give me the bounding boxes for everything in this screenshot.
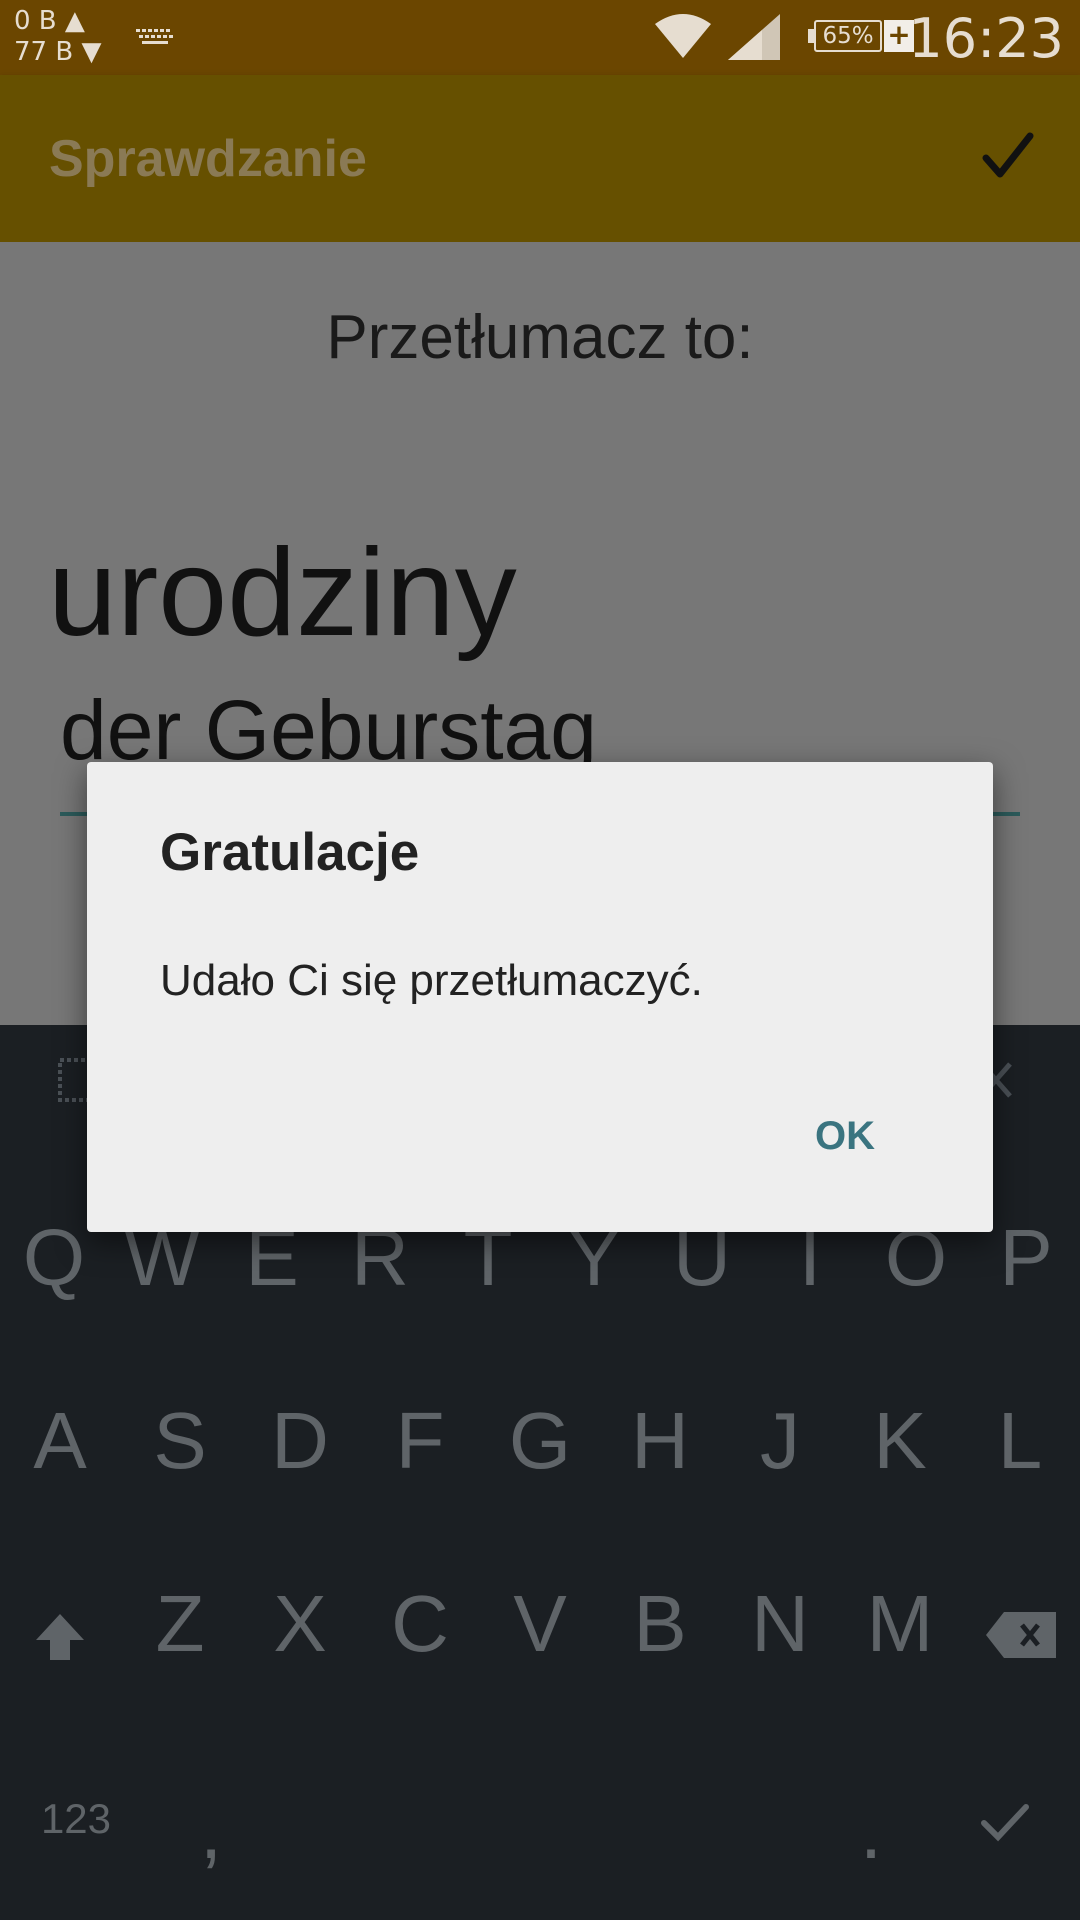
signal-icon	[728, 14, 780, 60]
key-d[interactable]: D	[262, 1395, 338, 1487]
source-word: urodziny	[48, 524, 517, 662]
key-f[interactable]: F	[382, 1395, 458, 1487]
key-z[interactable]: Z	[142, 1578, 218, 1670]
enter-check-icon[interactable]	[980, 1803, 1030, 1843]
key-g[interactable]: G	[502, 1395, 578, 1487]
confirm-button[interactable]	[982, 130, 1034, 182]
key-k[interactable]: K	[862, 1395, 938, 1487]
ok-button[interactable]: OK	[815, 1114, 875, 1159]
net-up: 0 B ▲	[14, 6, 85, 36]
key-s[interactable]: S	[142, 1395, 218, 1487]
key-a[interactable]: A	[22, 1395, 98, 1487]
key-m[interactable]: M	[860, 1578, 940, 1670]
network-speed: 0 B ▲ 77 B ▼	[14, 6, 101, 68]
congrats-dialog: Gratulacje Udało Ci się przetłumaczyć. O…	[87, 762, 993, 1232]
key-comma[interactable]: ,	[186, 1785, 236, 1877]
wifi-icon	[655, 14, 711, 58]
key-j[interactable]: J	[742, 1395, 818, 1487]
checkmark-icon	[982, 132, 1034, 178]
dialog-title: Gratulacje	[160, 823, 420, 882]
keyboard-icon	[136, 29, 173, 44]
clock: 16:23	[908, 7, 1064, 70]
dialog-message: Udało Ci się przetłumaczyć.	[160, 956, 703, 1005]
space-bar[interactable]	[270, 1795, 830, 1875]
app-bar: Sprawdzanie	[0, 75, 1080, 242]
numbers-key[interactable]: 123	[26, 1795, 126, 1843]
key-x[interactable]: X	[262, 1578, 338, 1670]
key-b[interactable]: B	[622, 1578, 698, 1670]
key-q[interactable]: Q	[16, 1212, 92, 1304]
battery-level: 65%	[814, 20, 882, 52]
key-c[interactable]: C	[382, 1578, 458, 1670]
key-period[interactable]: .	[846, 1785, 896, 1877]
key-p[interactable]: P	[988, 1212, 1064, 1304]
shift-icon[interactable]	[34, 1612, 86, 1662]
key-v[interactable]: V	[502, 1578, 578, 1670]
page-title: Sprawdzanie	[49, 130, 367, 188]
backspace-icon[interactable]	[986, 1612, 1056, 1658]
net-down: 77 B ▼	[14, 37, 102, 67]
key-l[interactable]: L	[982, 1395, 1058, 1487]
prompt-label: Przetłumacz to:	[326, 303, 754, 372]
key-h[interactable]: H	[622, 1395, 698, 1487]
key-n[interactable]: N	[742, 1578, 818, 1670]
status-bar: 0 B ▲ 77 B ▼ 65% + 16:23	[0, 0, 1080, 75]
battery-indicator: 65% +	[808, 18, 914, 56]
